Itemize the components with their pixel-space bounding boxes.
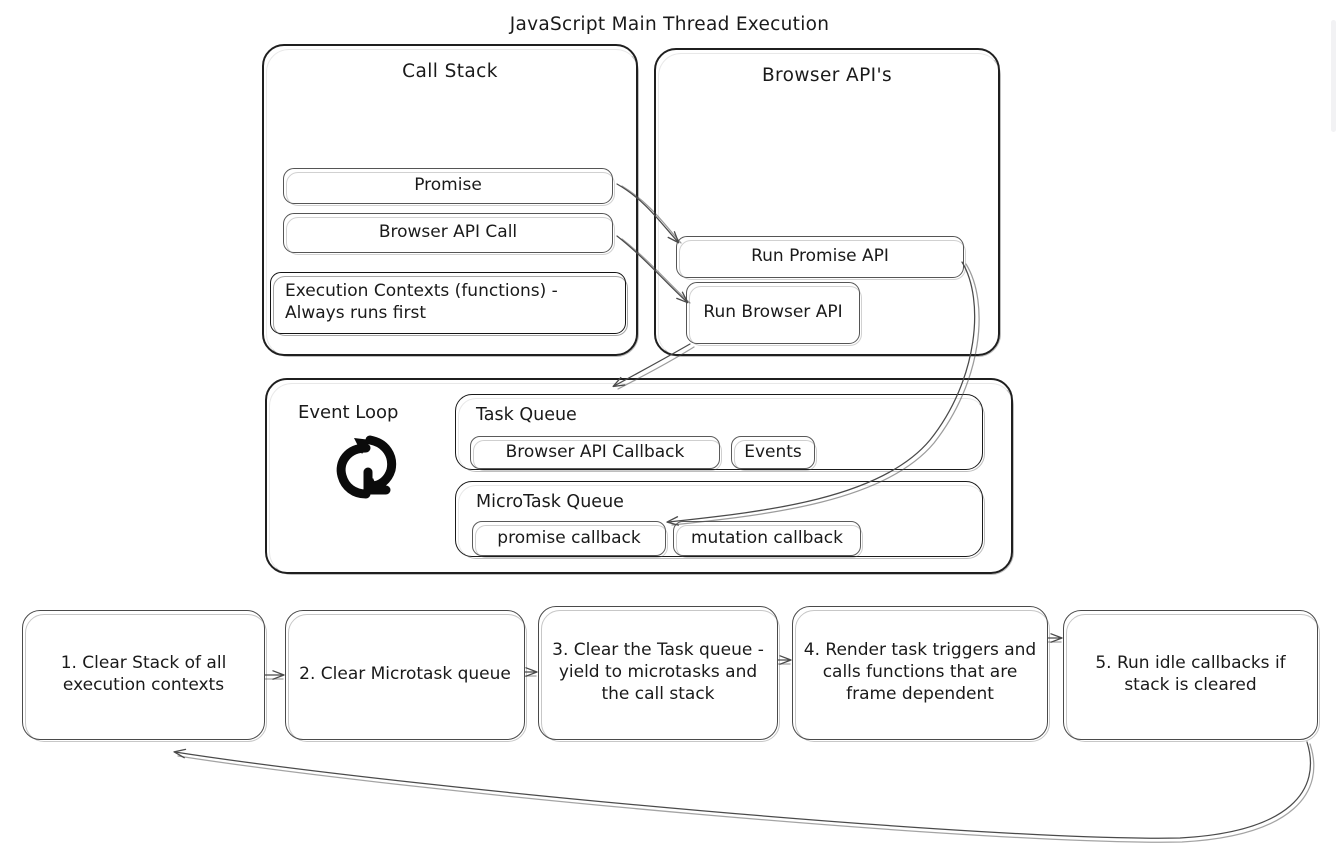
microtask-queue-chip-mutation-callback[interactable]: mutation callback — [673, 521, 863, 558]
step-label: 1. Clear Stack of all execution contexts — [60, 653, 227, 695]
call-stack-item-promise[interactable]: Promise — [283, 168, 615, 206]
call-stack-title: Call Stack — [402, 61, 498, 82]
step-box-3[interactable]: 3. Clear the Task queue - yield to micro… — [538, 606, 780, 742]
chip-label: promise callback — [497, 527, 641, 548]
page-title: JavaScript Main Thread Execution — [509, 14, 830, 35]
microtask-queue-title: MicroTask Queue — [476, 492, 624, 512]
task-queue-chip-browser-api-callback[interactable]: Browser API Callback — [470, 436, 722, 471]
browser-apis-title: Browser API's — [761, 65, 893, 86]
browser-api-item-label: Run Promise API — [751, 246, 889, 267]
browser-api-item-run-browser-api[interactable]: Run Browser API — [686, 282, 862, 346]
task-queue-chip-events[interactable]: Events — [731, 436, 817, 471]
loop-arrows-icon — [324, 424, 408, 504]
chip-label: Browser API Callback — [505, 441, 685, 462]
step-box-1[interactable]: 1. Clear Stack of all execution contexts — [22, 610, 267, 742]
step-label: 2. Clear Microtask queue — [299, 664, 511, 685]
step-box-4[interactable]: 4. Render task triggers and calls functi… — [792, 606, 1050, 742]
call-stack-item-label: Browser API Call — [378, 222, 518, 243]
step-box-5[interactable]: 5. Run idle callbacks if stack is cleare… — [1063, 610, 1320, 742]
step-label: 5. Run idle callbacks if stack is cleare… — [1095, 653, 1286, 695]
chip-label: Events — [744, 441, 802, 462]
event-loop-title: Event Loop — [298, 402, 399, 423]
right-edge-sliver — [1331, 20, 1336, 132]
call-stack-item-execution-contexts[interactable]: Execution Contexts (functions) - Always … — [270, 272, 628, 336]
diagram-canvas: JavaScript Main Thread Execution Call St… — [0, 0, 1339, 847]
step-label: 4. Render task triggers and calls functi… — [803, 640, 1037, 704]
call-stack-item-label: Execution Contexts (functions) - Always … — [285, 281, 558, 323]
step-box-2[interactable]: 2. Clear Microtask queue — [285, 610, 527, 742]
browser-api-item-label: Run Browser API — [703, 302, 843, 323]
task-queue-title: Task Queue — [476, 405, 577, 425]
chip-label: mutation callback — [691, 527, 843, 548]
call-stack-item-browser-api-call[interactable]: Browser API Call — [283, 213, 615, 255]
call-stack-item-label: Promise — [414, 175, 482, 196]
browser-api-item-run-promise-api[interactable]: Run Promise API — [676, 236, 966, 280]
step-label: 3. Clear the Task queue - yield to micro… — [552, 640, 764, 704]
microtask-queue-chip-promise-callback[interactable]: promise callback — [472, 521, 668, 558]
